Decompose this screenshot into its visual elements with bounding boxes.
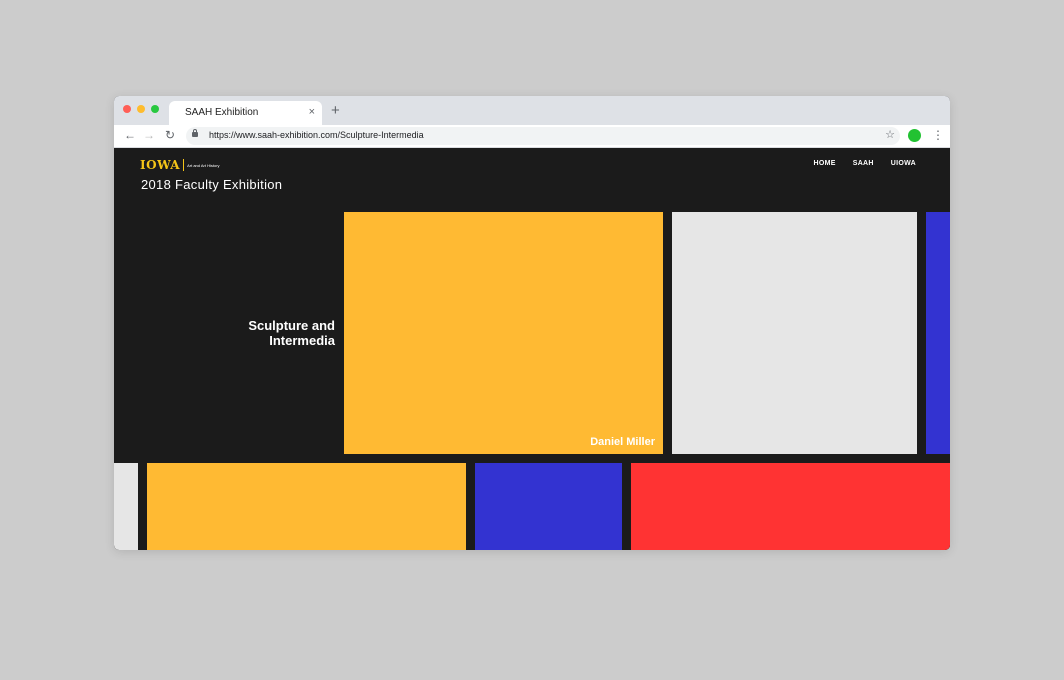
artist-name: Daniel Miller (590, 436, 655, 448)
logo-divider (183, 159, 185, 171)
section-title: Sculpture and Intermedia (248, 318, 335, 348)
iowa-logo[interactable]: IOWA Art and Art History (140, 158, 220, 172)
profile-avatar[interactable] (908, 129, 921, 142)
nav-link-home[interactable]: HOME (814, 160, 836, 167)
tab-strip: SAAH Exhibition × + (114, 96, 950, 125)
page-title: 2018 Faculty Exhibition (141, 177, 283, 192)
maximize-window-button[interactable] (151, 105, 159, 113)
artist-tile[interactable] (114, 463, 138, 550)
artist-tile[interactable] (147, 463, 466, 550)
browser-window: SAAH Exhibition × + ← → ↻ https://www.sa… (114, 96, 950, 550)
minimize-window-button[interactable] (137, 105, 145, 113)
back-arrow-icon[interactable]: ← (124, 128, 136, 142)
url-text[interactable]: https://www.saah-exhibition.com/Sculptur… (209, 130, 424, 140)
bookmark-star-icon[interactable]: ☆ (885, 128, 895, 141)
web-page: IOWA Art and Art History 2018 Faculty Ex… (114, 148, 950, 550)
browser-menu-icon[interactable]: ⋮ (932, 128, 944, 142)
nav-link-uiowa[interactable]: UIOWA (891, 160, 916, 167)
address-bar[interactable]: https://www.saah-exhibition.com/Sculptur… (186, 127, 900, 145)
nav-link-saah[interactable]: SAAH (853, 160, 874, 167)
close-icon[interactable]: × (309, 105, 315, 119)
close-window-button[interactable] (123, 105, 131, 113)
logo-wordmark: IOWA (140, 158, 181, 172)
artist-tile-daniel-miller[interactable]: Daniel Miller (344, 212, 663, 454)
browser-tab[interactable]: SAAH Exhibition × (169, 101, 322, 125)
artist-tile[interactable] (672, 212, 917, 454)
top-nav: HOME SAAH UIOWA (814, 160, 916, 167)
artist-tile[interactable] (631, 463, 950, 550)
new-tab-button[interactable]: + (331, 103, 340, 118)
reload-icon[interactable]: ↻ (165, 128, 175, 142)
logo-subtitle: Art and Art History (187, 162, 220, 168)
forward-arrow-icon[interactable]: → (143, 128, 155, 142)
artist-tile[interactable] (926, 212, 950, 454)
lock-icon (192, 129, 198, 137)
tab-title: SAAH Exhibition (185, 107, 259, 118)
browser-toolbar: ← → ↻ https://www.saah-exhibition.com/Sc… (114, 125, 950, 148)
artist-tile[interactable] (475, 463, 622, 550)
